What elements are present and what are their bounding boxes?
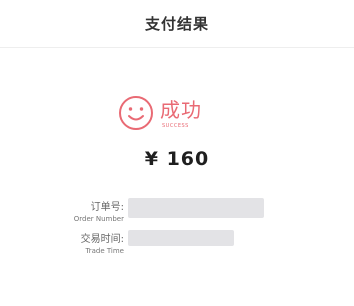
trade-time-label-en: Trade Time: [85, 247, 124, 255]
payment-amount: ¥ 160: [144, 148, 210, 170]
trade-time-row: 交易时间: Trade Time: [0, 230, 354, 258]
order-number-label: 订单号:: [90, 202, 124, 213]
status-subtext: SUCCESS: [162, 123, 189, 129]
smile-icon: [119, 96, 153, 130]
order-number-label-en: Order Number: [73, 215, 124, 223]
order-number-value: [128, 198, 264, 218]
header-bar: 支付结果: [0, 0, 354, 48]
trade-time-label: 交易时间:: [80, 234, 124, 245]
trade-time-value: [128, 230, 234, 246]
page-title: 支付结果: [144, 15, 209, 33]
result-status: 成功 SUCCESS: [118, 95, 248, 139]
status-text: 成功: [160, 98, 202, 122]
order-number-row: 订单号: Order Number: [0, 198, 354, 226]
